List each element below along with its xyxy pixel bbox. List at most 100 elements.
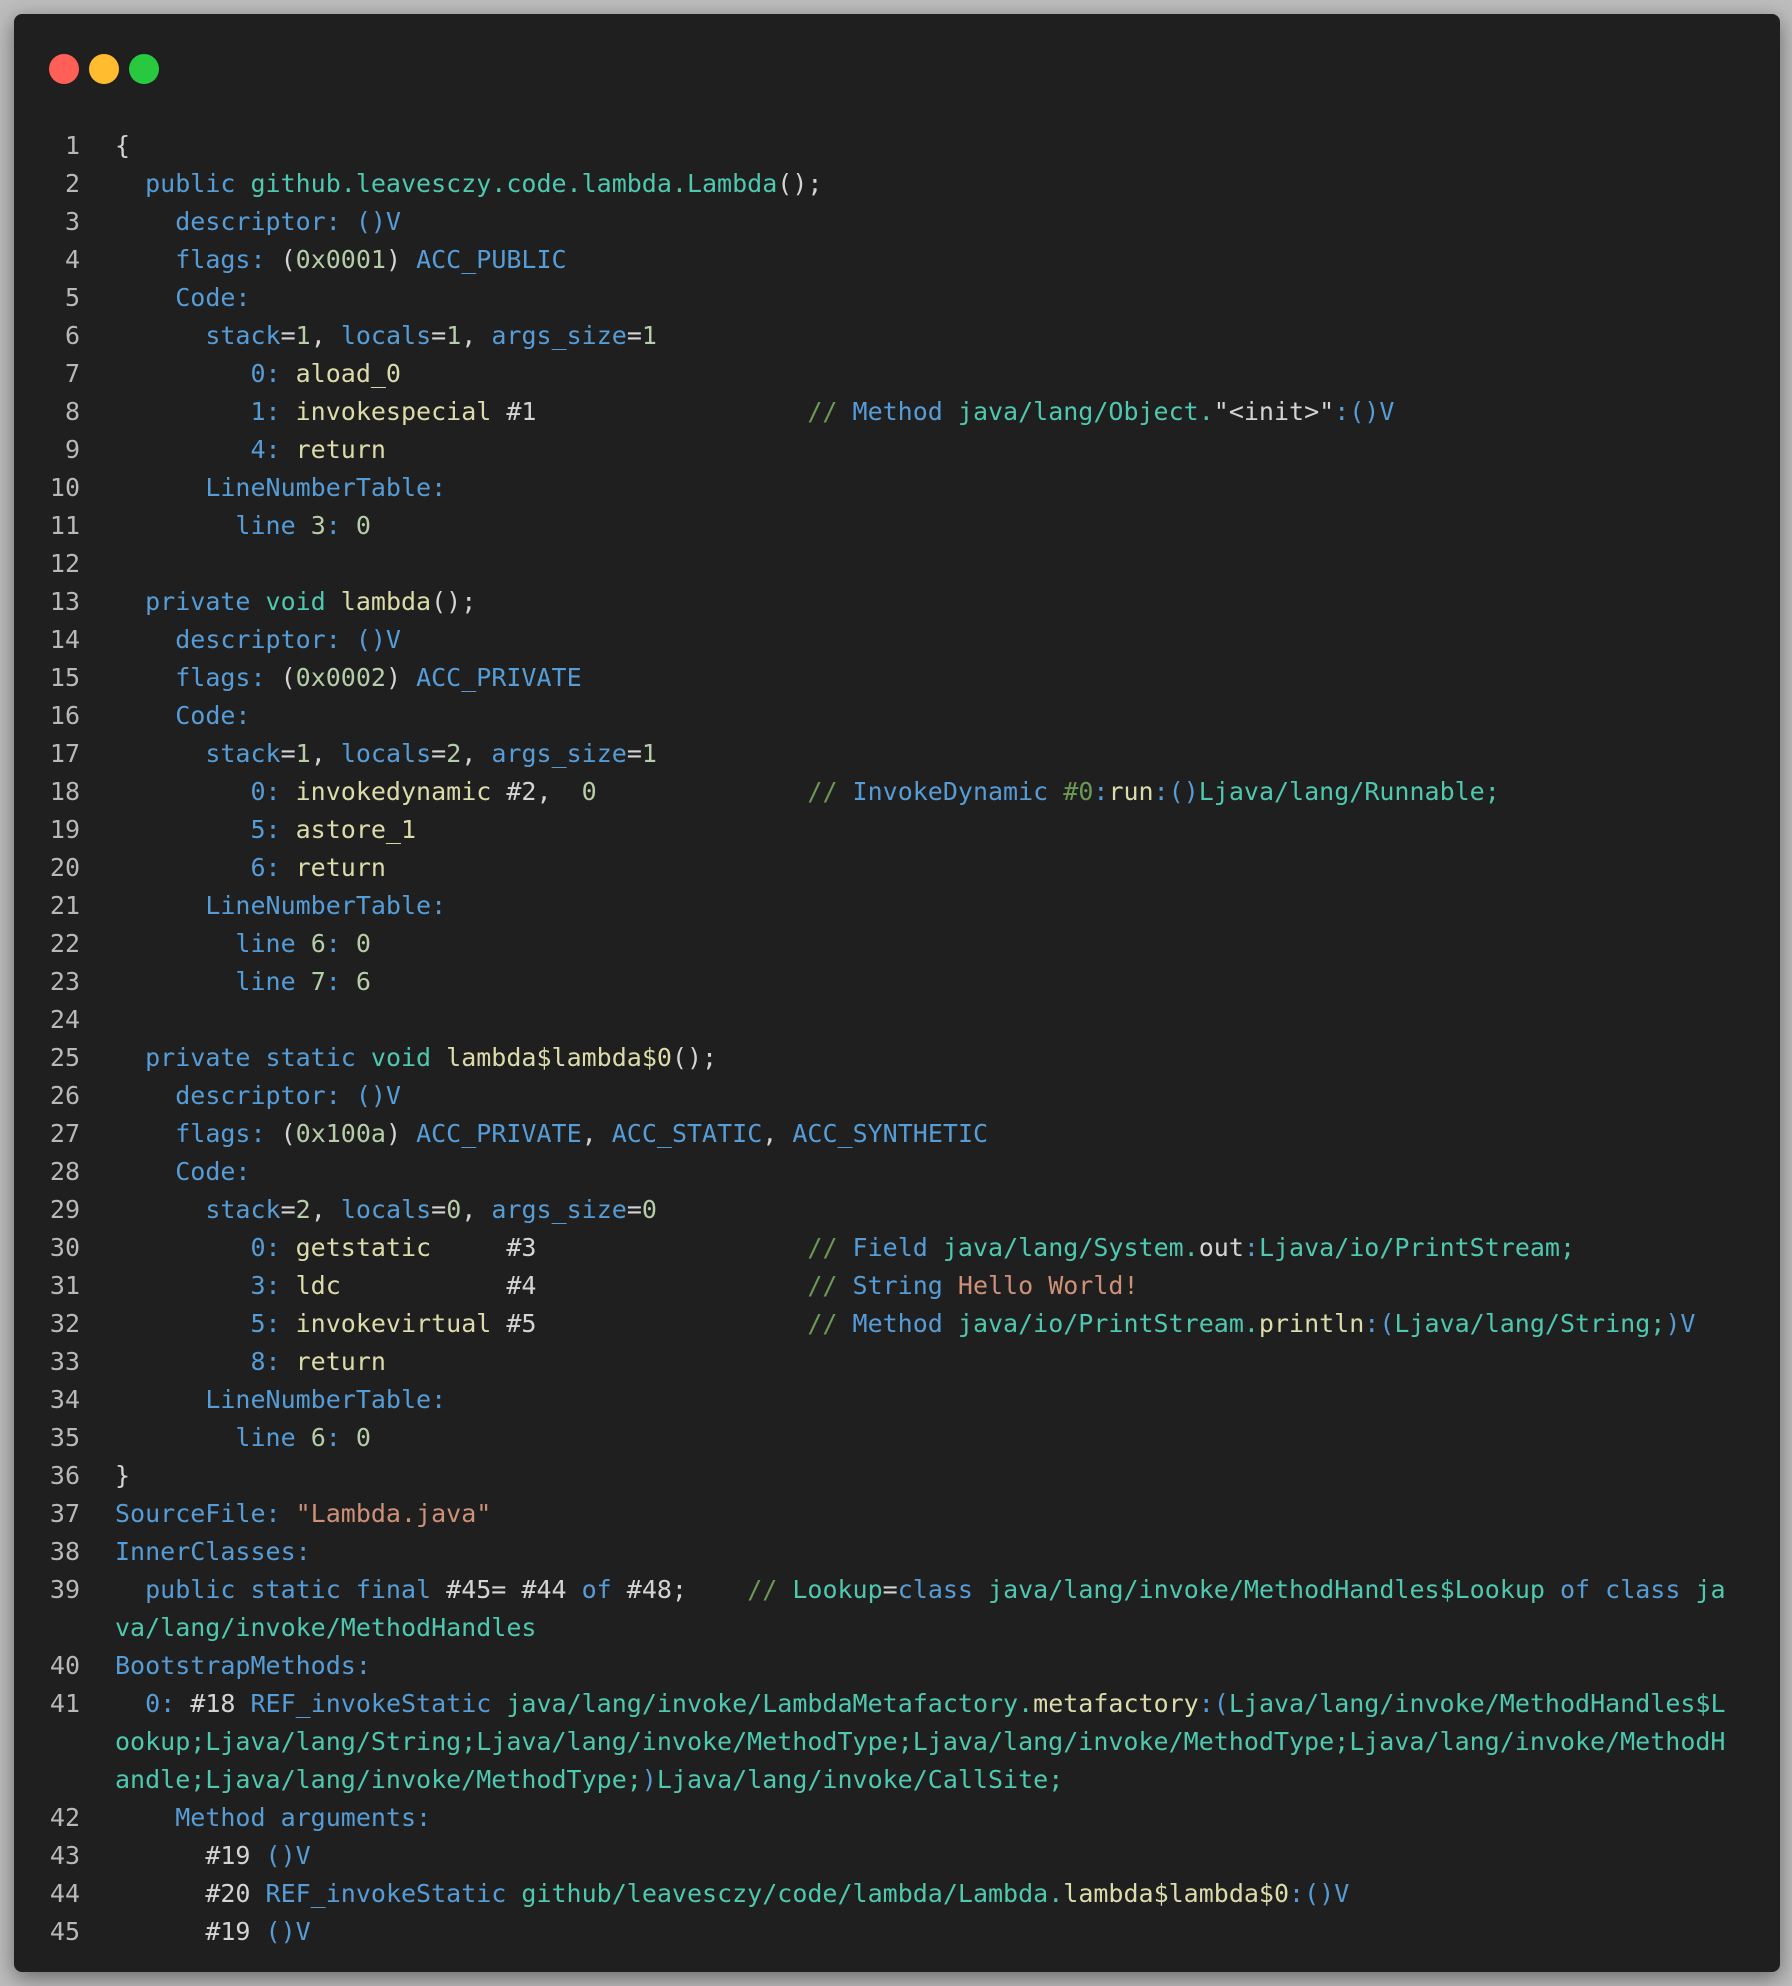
line-number: 45	[49, 1917, 80, 1946]
token: lambda$lambda$0	[446, 1043, 672, 1072]
line-text	[115, 1001, 1739, 1039]
token: =	[280, 739, 296, 768]
token: java/lang/System.	[942, 1233, 1199, 1262]
token: :()V	[1334, 397, 1395, 426]
token: out	[1198, 1233, 1244, 1262]
line-number: 33	[49, 1347, 80, 1376]
token: Code:	[175, 283, 251, 312]
line-text: #19 ()V	[115, 1913, 1739, 1951]
code-line: 2 public github.leavesczy.code.lambda.La…	[14, 165, 1780, 203]
token: =	[626, 739, 642, 768]
token: ACC_STATIC	[611, 1119, 763, 1148]
line-number: 6	[64, 321, 80, 350]
line-number: 32	[49, 1309, 80, 1338]
code-window: 1{2 public github.leavesczy.code.lambda.…	[14, 14, 1780, 1972]
line-text: SourceFile: "Lambda.java"	[115, 1495, 1739, 1533]
token: 6	[355, 967, 371, 996]
token: LineNumberTable:	[205, 891, 447, 920]
code-line: 13 private void lambda();	[14, 583, 1780, 621]
line-number: 39	[49, 1575, 80, 1604]
line-number: 9	[64, 435, 80, 464]
token: 6	[310, 929, 326, 958]
token: //	[807, 1271, 853, 1300]
token: 0	[355, 929, 371, 958]
close-button[interactable]	[49, 54, 79, 84]
token: )	[385, 1119, 417, 1148]
code-line: 37 SourceFile: "Lambda.java"	[14, 1495, 1780, 1533]
token: )	[641, 1765, 657, 1794]
line-number: 19	[49, 815, 80, 844]
line-text: 5: astore_1	[115, 811, 1739, 849]
code-line: 27 flags: (0x100a) ACC_PRIVATE, ACC_STAT…	[14, 1115, 1780, 1153]
token: :(	[1198, 1689, 1229, 1718]
line-text: 5: invokevirtual #5 // Method java/io/Pr…	[115, 1305, 1739, 1343]
token: #20	[115, 1879, 266, 1908]
token: #4	[340, 1271, 808, 1300]
token: 0:	[250, 359, 296, 388]
line-text: 6: return	[115, 849, 1739, 887]
token: getstatic	[295, 1233, 432, 1262]
line-text: descriptor: ()V	[115, 1077, 1739, 1115]
token: ,	[310, 1195, 341, 1224]
line-text: 0: invokedynamic #2, 0 // InvokeDynamic …	[115, 773, 1739, 811]
token: 2	[446, 739, 462, 768]
line-text: stack=2, locals=0, args_size=0	[115, 1191, 1739, 1229]
token: )V	[1665, 1309, 1696, 1338]
token: 1:	[250, 397, 296, 426]
token: #18	[190, 1689, 251, 1718]
token: 1	[295, 321, 311, 350]
token: 4:	[250, 435, 296, 464]
token: aload_0	[295, 359, 401, 388]
token: InvokeDynamic	[852, 777, 1064, 806]
token: //	[747, 1575, 793, 1604]
token: BootstrapMethods:	[115, 1651, 371, 1680]
code-line: 14 descriptor: ()V	[14, 621, 1780, 659]
token: ();	[777, 169, 823, 198]
token: run	[1108, 777, 1154, 806]
token: private	[145, 587, 266, 616]
token: Method	[852, 397, 958, 426]
token: invokevirtual	[295, 1309, 492, 1338]
token: //	[807, 397, 853, 426]
token: ()V	[265, 1841, 311, 1870]
line-number: 11	[49, 511, 80, 540]
token: ,	[762, 1119, 793, 1148]
line-number: 24	[49, 1005, 80, 1034]
line-number: 22	[49, 929, 80, 958]
line-text: 3: ldc #4 // String Hello World!	[115, 1267, 1739, 1305]
token: metafactory	[1033, 1689, 1199, 1718]
token: 2	[295, 1195, 311, 1224]
token: github/leavesczy/code/lambda/Lambda.	[521, 1879, 1064, 1908]
minimize-button[interactable]	[89, 54, 119, 84]
code-line: 10 LineNumberTable:	[14, 469, 1780, 507]
code-line: 18 0: invokedynamic #2, 0 // InvokeDynam…	[14, 773, 1780, 811]
token: :	[325, 929, 356, 958]
line-number: 36	[49, 1461, 80, 1490]
token: Lookup	[792, 1575, 883, 1604]
token: SourceFile:	[115, 1499, 296, 1528]
token: #48;	[626, 1575, 748, 1604]
token: 8:	[250, 1347, 296, 1376]
zoom-button[interactable]	[129, 54, 159, 84]
token: 0:	[145, 1689, 191, 1718]
token: 0	[641, 1195, 657, 1224]
line-text: line 6: 0	[115, 925, 1739, 963]
token: stack	[205, 321, 281, 350]
line-text: Code:	[115, 279, 1739, 317]
token: //	[807, 777, 853, 806]
line-text: 0: #18 REF_invokeStatic java/lang/invoke…	[115, 1685, 1739, 1799]
token: astore_1	[295, 815, 417, 844]
token: :(	[1364, 1309, 1395, 1338]
code-line: 1{	[14, 127, 1780, 165]
token: 5:	[250, 1309, 296, 1338]
token: ,	[461, 739, 492, 768]
